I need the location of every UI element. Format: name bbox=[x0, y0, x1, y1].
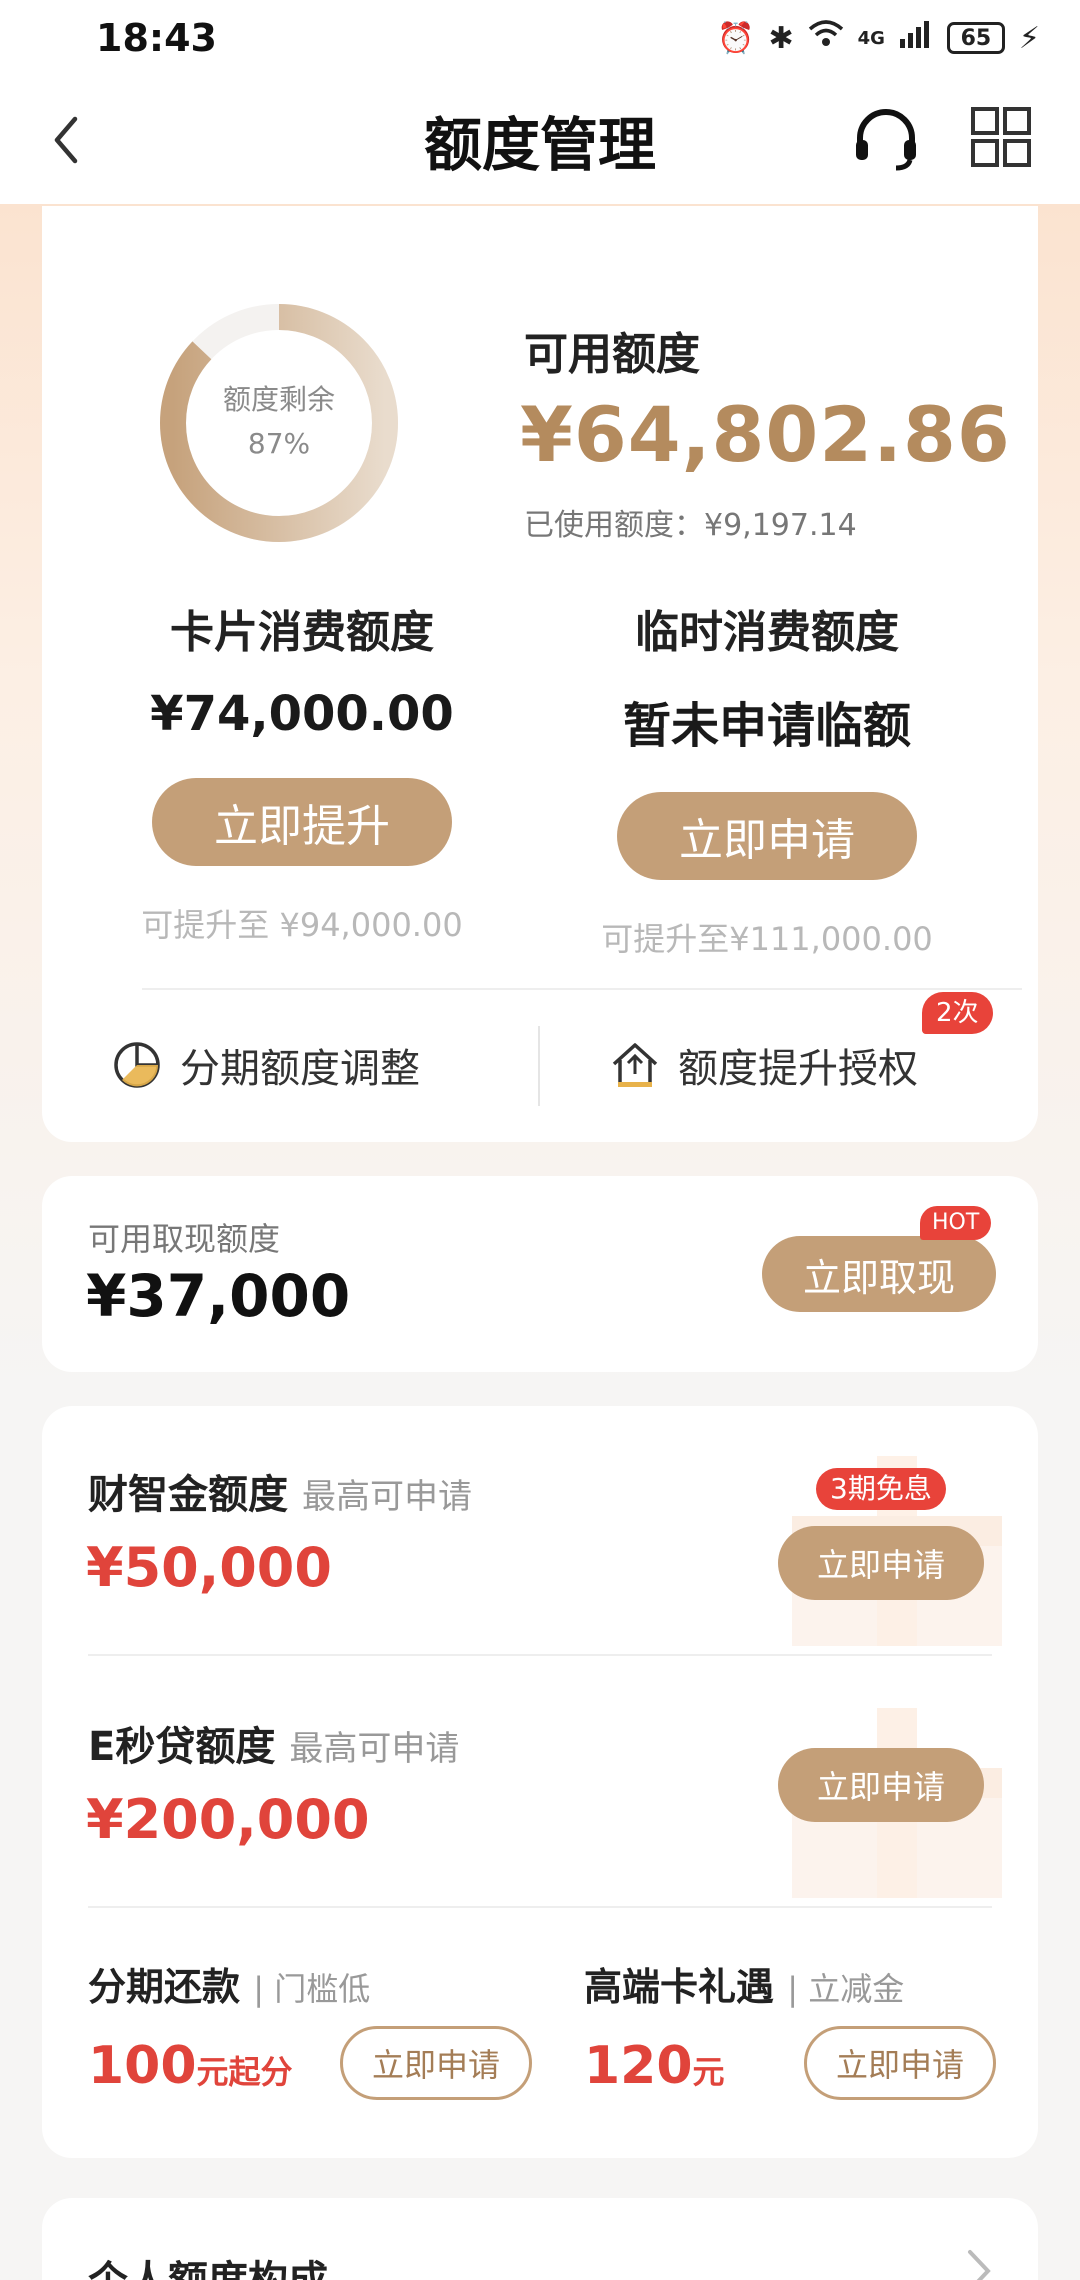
chevron-right-icon bbox=[968, 2250, 991, 2280]
caizhijin-row: 财智金额度 最高可申请 ¥50,000 立即申请 3期免息 bbox=[42, 1406, 1038, 1656]
customer-service-icon[interactable] bbox=[850, 106, 922, 178]
card-limit-label: 卡片消费额度 bbox=[170, 607, 434, 658]
remaining-label: 额度剩余 bbox=[222, 383, 335, 416]
temp-limit-column: 临时消费额度 暂未申请临额 立即申请 可提升至¥111,000.00 bbox=[547, 596, 987, 960]
available-limit-amount: ¥64,802.86 bbox=[520, 390, 1011, 479]
caizhijin-sub: 最高可申请 bbox=[302, 1477, 472, 1517]
apply-caizhijin-button[interactable]: 立即申请 bbox=[778, 1526, 984, 1600]
temp-limit-value: 暂未申请临额 bbox=[622, 698, 911, 754]
installment-adjust-label: 分期额度调整 bbox=[180, 1046, 420, 1092]
divider bbox=[538, 1026, 540, 1106]
authorize-count-badge: 2次 bbox=[922, 992, 993, 1034]
temp-limit-hint: 可提升至¥111,000.00 bbox=[601, 920, 933, 958]
caizhijin-amount: ¥50,000 bbox=[86, 1536, 332, 1599]
apply-emiaodai-button[interactable]: 立即申请 bbox=[778, 1748, 984, 1822]
network-label: 4G bbox=[857, 27, 885, 49]
bluetooth-icon: ✱ bbox=[768, 20, 794, 56]
emiaodai-title: E秒贷额度 最高可申请 bbox=[88, 1724, 460, 1770]
divider bbox=[88, 1654, 992, 1656]
emiaodai-row: E秒贷额度 最高可申请 ¥200,000 立即申请 bbox=[42, 1658, 1038, 1908]
interest-free-badge: 3期免息 bbox=[816, 1468, 946, 1510]
battery-indicator: 65 bbox=[946, 22, 1005, 54]
grid-menu-icon[interactable] bbox=[970, 106, 1032, 168]
credit-overview-card: 额度剩余 87% 可用额度 ¥64,802.86 已使用额度：¥9,197.14… bbox=[42, 206, 1038, 1142]
divider bbox=[142, 988, 1022, 990]
hot-badge: HOT bbox=[920, 1206, 992, 1240]
raise-limit-button[interactable]: 立即提升 bbox=[152, 778, 452, 866]
withdraw-cash-button[interactable]: 立即取现 bbox=[762, 1236, 996, 1312]
cash-limit-label: 可用取现额度 bbox=[88, 1220, 281, 1258]
cash-limit-amount: ¥37,000 bbox=[86, 1262, 351, 1330]
status-time: 18:43 bbox=[96, 16, 217, 60]
premium-amount: 120元 bbox=[584, 2036, 725, 2096]
card-limit-value: ¥74,000.00 bbox=[150, 686, 454, 742]
raise-limit-hint: 可提升至 ¥94,000.00 bbox=[141, 906, 463, 944]
apply-premium-button[interactable]: 立即申请 bbox=[804, 2026, 996, 2100]
pie-chart-icon bbox=[114, 1042, 160, 1088]
house-upgrade-icon bbox=[612, 1043, 658, 1087]
premium-sub: 立减金 bbox=[808, 1970, 905, 2008]
limit-composition-title: 个人额度构成 bbox=[88, 2248, 328, 2280]
status-bar: 18:43 ⏰ ✱ 4G 65 ⚡ bbox=[0, 0, 1080, 76]
installment-title: 分期还款 | 门槛低 bbox=[88, 1965, 371, 2009]
emiaodai-sub: 最高可申请 bbox=[289, 1729, 460, 1769]
card-limit-column: 卡片消费额度 ¥74,000.00 立即提升 可提升至 ¥94,000.00 bbox=[82, 596, 522, 946]
installment-amount: 100元起分 bbox=[88, 2036, 293, 2096]
premium-title: 高端卡礼遇 | 立减金 bbox=[584, 1965, 905, 2009]
temp-limit-label: 临时消费额度 bbox=[635, 607, 899, 658]
emiaodai-amount: ¥200,000 bbox=[86, 1788, 370, 1851]
installment-sub: 门槛低 bbox=[274, 1970, 371, 2008]
apply-installment-button[interactable]: 立即申请 bbox=[340, 2026, 532, 2100]
cash-advance-card: 可用取现额度 ¥37,000 立即取现 HOT bbox=[42, 1176, 1038, 1372]
installment-offer: 分期还款 | 门槛低 100元起分 立即申请 bbox=[88, 1956, 568, 2136]
charging-icon: ⚡ bbox=[1018, 20, 1040, 56]
donut-center-text: 额度剩余 87% bbox=[154, 378, 404, 466]
used-limit-text: 已使用额度：¥9,197.14 bbox=[524, 508, 857, 543]
raise-authorize-link[interactable]: 额度提升授权 bbox=[610, 1036, 918, 1094]
signal-icon bbox=[899, 19, 933, 57]
premium-card-offer: 高端卡礼遇 | 立减金 120元 立即申请 bbox=[584, 1956, 1038, 2136]
apply-temp-limit-button[interactable]: 立即申请 bbox=[617, 792, 917, 880]
caizhijin-title: 财智金额度 最高可申请 bbox=[88, 1472, 472, 1518]
loan-products-card: 财智金额度 最高可申请 ¥50,000 立即申请 3期免息 E秒贷额度 最高可申请 … bbox=[42, 1406, 1038, 2158]
divider bbox=[88, 1906, 992, 1908]
remaining-percent: 87% bbox=[247, 427, 311, 460]
status-icons: ⏰ ✱ 4G 65 ⚡ bbox=[717, 19, 1040, 57]
wifi-icon bbox=[808, 19, 844, 57]
alarm-icon: ⏰ bbox=[717, 20, 755, 56]
available-limit-label: 可用额度 bbox=[524, 329, 700, 380]
nav-bar: 额度管理 bbox=[0, 76, 1080, 204]
limit-composition-card[interactable]: 个人额度构成 bbox=[42, 2198, 1038, 2280]
raise-authorize-label: 额度提升授权 bbox=[678, 1046, 918, 1092]
installment-adjust-link[interactable]: 分期额度调整 bbox=[112, 1036, 420, 1094]
